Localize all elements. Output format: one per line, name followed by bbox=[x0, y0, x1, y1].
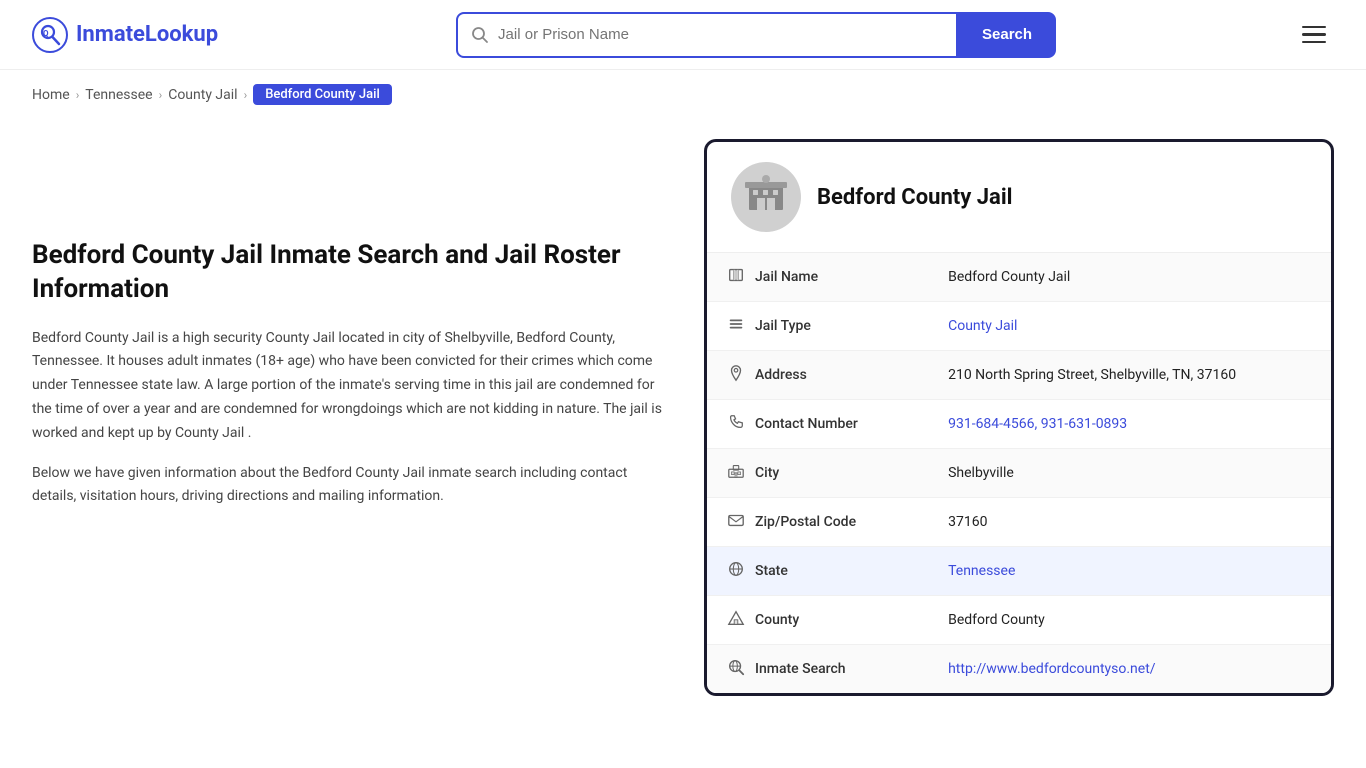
search-bar: Search bbox=[456, 12, 1056, 58]
city-icon bbox=[727, 462, 745, 484]
table-value-cell[interactable]: County Jail bbox=[928, 302, 1331, 351]
table-value-cell: Bedford County Jail bbox=[928, 253, 1331, 302]
hamburger-line-2 bbox=[1302, 33, 1326, 36]
table-value-cell: 37160 bbox=[928, 498, 1331, 547]
table-value-cell[interactable]: Tennessee bbox=[928, 547, 1331, 596]
list-icon bbox=[727, 315, 745, 337]
table-row: County Bedford County bbox=[707, 596, 1331, 645]
info-table: Jail Name Bedford County Jail Jail Type Cou… bbox=[707, 253, 1331, 693]
table-label-cell: County bbox=[707, 596, 887, 644]
pin-icon bbox=[727, 364, 745, 386]
info-card-header: Bedford County Jail bbox=[707, 142, 1331, 253]
breadcrumb-current: Bedford County Jail bbox=[253, 84, 392, 105]
table-value-cell: Bedford County bbox=[928, 596, 1331, 645]
description-para-1: Bedford County Jail is a high security C… bbox=[32, 327, 672, 446]
left-panel: Bedford County Jail Inmate Search and Ja… bbox=[32, 139, 672, 696]
table-link[interactable]: County Jail bbox=[948, 318, 1017, 334]
breadcrumb-chevron-3: › bbox=[244, 88, 248, 102]
main-content: Bedford County Jail Inmate Search and Ja… bbox=[0, 119, 1366, 736]
logo-icon: Q bbox=[32, 17, 68, 53]
table-row: Jail Name Bedford County Jail bbox=[707, 253, 1331, 302]
table-label-cell: Address bbox=[707, 351, 887, 399]
jail-icon bbox=[727, 266, 745, 288]
table-row: Contact Number 931-684-4566, 931-631-0893 bbox=[707, 400, 1331, 449]
table-label-cell: Contact Number bbox=[707, 400, 887, 448]
search-input-wrapper bbox=[456, 12, 958, 58]
table-value-cell: Shelbyville bbox=[928, 449, 1331, 498]
info-card-title: Bedford County Jail bbox=[817, 185, 1012, 210]
hamburger-line-1 bbox=[1302, 26, 1326, 29]
svg-text:Q: Q bbox=[43, 29, 49, 38]
logo-link[interactable]: Q InmateLookup bbox=[32, 17, 218, 53]
table-row: City Shelbyville bbox=[707, 449, 1331, 498]
breadcrumb-state[interactable]: Tennessee bbox=[85, 87, 152, 103]
table-link[interactable]: http://www.bedfordcountyso.net/ bbox=[948, 661, 1155, 677]
table-label-cell: Zip/Postal Code bbox=[707, 498, 887, 546]
search-input[interactable] bbox=[498, 26, 944, 43]
table-row: State Tennessee bbox=[707, 547, 1331, 596]
breadcrumb-chevron-2: › bbox=[159, 88, 163, 102]
table-row: Zip/Postal Code 37160 bbox=[707, 498, 1331, 547]
info-card: Bedford County Jail Jail Name Bedford Cou… bbox=[704, 139, 1334, 696]
table-row: Jail Type County Jail bbox=[707, 302, 1331, 351]
table-link[interactable]: Tennessee bbox=[948, 563, 1015, 579]
breadcrumb: Home › Tennessee › County Jail › Bedford… bbox=[0, 70, 1366, 119]
table-value-cell[interactable]: http://www.bedfordcountyso.net/ bbox=[928, 645, 1331, 694]
page-heading: Bedford County Jail Inmate Search and Ja… bbox=[32, 239, 672, 307]
logo-text: InmateLookup bbox=[76, 22, 218, 47]
right-panel: Bedford County Jail Jail Name Bedford Cou… bbox=[704, 139, 1334, 696]
hamburger-line-3 bbox=[1302, 41, 1326, 44]
table-row: Inmate Search http://www.bedfordcountyso.… bbox=[707, 645, 1331, 694]
breadcrumb-chevron-1: › bbox=[76, 88, 80, 102]
breadcrumb-type[interactable]: County Jail bbox=[168, 87, 237, 103]
table-label-cell: Jail Name bbox=[707, 253, 887, 301]
description-para-2: Below we have given information about th… bbox=[32, 462, 672, 510]
hamburger-menu[interactable] bbox=[1294, 18, 1334, 52]
table-label-cell: State bbox=[707, 547, 887, 595]
site-header: Q InmateLookup Search bbox=[0, 0, 1366, 70]
table-label-cell: City bbox=[707, 449, 887, 497]
globe-icon bbox=[727, 560, 745, 582]
table-link[interactable]: 931-684-4566, 931-631-0893 bbox=[948, 416, 1127, 432]
table-label-cell: Inmate Search bbox=[707, 645, 887, 693]
table-value-cell: 210 North Spring Street, Shelbyville, TN… bbox=[928, 351, 1331, 400]
table-label-cell: Jail Type bbox=[707, 302, 887, 350]
mail-icon bbox=[727, 511, 745, 533]
phone-icon bbox=[727, 413, 745, 435]
county-icon bbox=[727, 609, 745, 631]
jail-avatar bbox=[731, 162, 801, 232]
table-value-cell[interactable]: 931-684-4566, 931-631-0893 bbox=[928, 400, 1331, 449]
jail-avatar-image bbox=[731, 162, 801, 232]
breadcrumb-home[interactable]: Home bbox=[32, 87, 70, 103]
search-icon bbox=[470, 25, 490, 45]
search-button[interactable]: Search bbox=[958, 12, 1056, 58]
table-row: Address 210 North Spring Street, Shelbyvi… bbox=[707, 351, 1331, 400]
search-globe-icon bbox=[727, 658, 745, 680]
